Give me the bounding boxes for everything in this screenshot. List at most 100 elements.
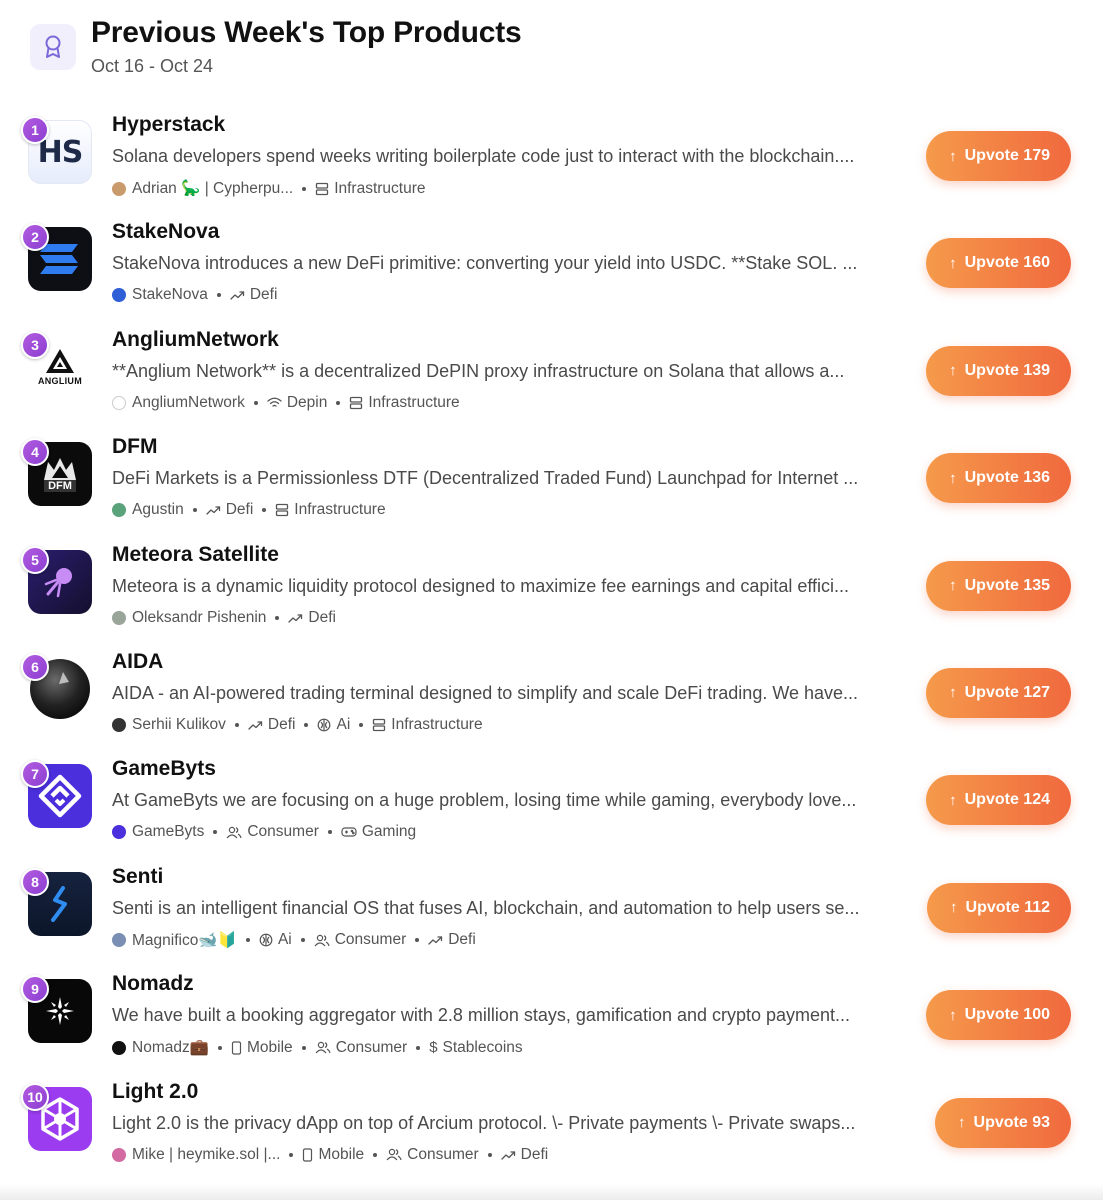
product-item[interactable]: 2 StakeNova StakeNova introduces a new D… xyxy=(0,209,1103,316)
product-item[interactable]: 9 Nomadz We have built a booking aggrega… xyxy=(0,961,1103,1068)
separator-dot xyxy=(487,1152,492,1157)
tag-consumer[interactable]: Consumer xyxy=(226,823,319,841)
rank-badge: 9 xyxy=(21,975,49,1004)
upvote-button[interactable]: ↑ Upvote 139 xyxy=(926,345,1071,396)
tag-label: Consumer xyxy=(407,1145,479,1163)
product-meta: StakeNova Defi xyxy=(112,286,277,304)
tag-label: Infrastructure xyxy=(368,393,460,411)
maker-name[interactable]: Adrian 🦕 | Cypherpu... xyxy=(132,179,293,198)
tag-label: Infrastructure xyxy=(334,179,426,197)
maker-name[interactable]: Mike | heymike.sol |... xyxy=(132,1146,280,1164)
senti-logo-icon xyxy=(51,885,67,922)
separator-dot xyxy=(301,1045,306,1050)
maker-name[interactable]: Oleksandr Pishenin xyxy=(132,609,266,627)
product-name[interactable]: AIDA xyxy=(112,650,163,674)
tag-label: Ai xyxy=(277,931,292,949)
product-item[interactable]: 10 Light 2.0 Light 2.0 is the privacy dA… xyxy=(0,1069,1103,1176)
product-description: Light 2.0 is the privacy dApp on top of … xyxy=(112,1112,856,1133)
trend-icon xyxy=(500,1149,516,1161)
tag-gaming[interactable]: Gaming xyxy=(341,823,416,841)
product-meta: Adrian 🦕 | Cypherpu... Infrastructure xyxy=(112,179,426,198)
product-name[interactable]: Meteora Satellite xyxy=(112,543,279,567)
tag-defi[interactable]: Defi xyxy=(288,609,336,627)
upvote-button[interactable]: ↑ Upvote 124 xyxy=(926,775,1071,826)
product-name[interactable]: Senti xyxy=(112,865,163,889)
maker-name[interactable]: Nomadz💼 xyxy=(132,1038,209,1057)
upvote-button[interactable]: ↑ Upvote 112 xyxy=(927,882,1071,933)
rank-badge: 4 xyxy=(21,438,49,467)
tag-label: Ai xyxy=(336,715,351,733)
upvote-button[interactable]: ↑ Upvote 135 xyxy=(926,560,1071,611)
maker-avatar xyxy=(112,395,126,410)
tag-depin[interactable]: Depin xyxy=(267,394,327,412)
tag-defi[interactable]: Defi xyxy=(206,501,253,519)
maker-avatar xyxy=(112,1147,126,1162)
tag-consumer[interactable]: Consumer xyxy=(386,1146,479,1164)
upvote-button[interactable]: ↑ Upvote 93 xyxy=(935,1097,1071,1148)
tag-defi[interactable]: Defi xyxy=(230,286,277,304)
upvote-label: Upvote 135 xyxy=(964,576,1050,594)
product-description: Solana developers spend weeks writing bo… xyxy=(112,146,855,166)
maker-name[interactable]: Agustin xyxy=(132,501,184,519)
arrow-up-icon: ↑ xyxy=(958,1114,966,1132)
maker-name[interactable]: AngliumNetwork xyxy=(132,394,245,412)
product-name[interactable]: Nomadz xyxy=(112,972,194,996)
upvote-label: Upvote 100 xyxy=(964,1006,1050,1024)
product-meta: Oleksandr Pishenin Defi xyxy=(112,609,336,627)
product-name[interactable]: Hyperstack xyxy=(112,113,225,137)
product-item[interactable]: 1 HS Hyperstack Solana developers spend … xyxy=(0,102,1103,209)
tag-consumer[interactable]: Consumer xyxy=(315,1039,407,1057)
tag-ai[interactable]: Ai xyxy=(317,716,350,734)
upvote-label: Upvote 179 xyxy=(964,147,1050,164)
tag-defi[interactable]: Defi xyxy=(500,1146,548,1164)
server-icon xyxy=(349,396,363,410)
product-name[interactable]: AngliumNetwork xyxy=(112,328,279,352)
maker-name[interactable]: StakeNova xyxy=(132,286,208,304)
rank-badge: 8 xyxy=(21,867,49,896)
trend-icon xyxy=(248,719,263,731)
upvote-button[interactable]: ↑ Upvote 127 xyxy=(926,667,1071,718)
upvote-button[interactable]: ↑ Upvote 179 xyxy=(926,131,1071,181)
date-range: Oct 16 - Oct 24 xyxy=(91,56,214,76)
separator-dot xyxy=(327,830,332,835)
upvote-button[interactable]: ↑ Upvote 136 xyxy=(926,453,1071,504)
tag-infrastructure[interactable]: Infrastructure xyxy=(275,501,386,519)
product-description: We have built a booking aggregator with … xyxy=(112,1005,851,1026)
tag-mobile[interactable]: Mobile xyxy=(231,1039,293,1057)
tag-label: Consumer xyxy=(247,823,319,841)
tag-consumer[interactable]: Consumer xyxy=(314,931,406,949)
upvote-button[interactable]: ↑ Upvote 100 xyxy=(926,990,1071,1041)
product-name[interactable]: StakeNova xyxy=(112,220,219,244)
tag-infrastructure[interactable]: Infrastructure xyxy=(372,716,483,734)
maker-name[interactable]: GameByts xyxy=(132,823,204,841)
arrow-up-icon: ↑ xyxy=(949,469,957,487)
product-name[interactable]: Light 2.0 xyxy=(112,1080,198,1104)
product-name[interactable]: DFM xyxy=(112,435,158,459)
trend-icon xyxy=(288,612,303,624)
tag-stablecoins[interactable]: $ Stablecoins xyxy=(429,1039,522,1057)
maker-name[interactable]: Serhii Kulikov xyxy=(132,716,226,734)
product-name[interactable]: GameByts xyxy=(112,757,216,781)
brain-icon xyxy=(259,933,273,947)
product-item[interactable]: 8 Senti Senti is an intelligent financia… xyxy=(0,854,1103,961)
tag-mobile[interactable]: Mobile xyxy=(302,1146,364,1164)
product-item[interactable]: 3 ANGLIUM AngliumNetwork **Anglium Netwo… xyxy=(0,317,1103,424)
tag-infrastructure[interactable]: Infrastructure xyxy=(349,393,460,412)
product-meta: Nomadz💼 Mobile Consumer $ Stablecoins xyxy=(112,1038,523,1057)
product-description: StakeNova introduces a new DeFi primitiv… xyxy=(112,253,858,274)
nomadz-logo-icon xyxy=(46,997,74,1026)
upvote-button[interactable]: ↑ Upvote 160 xyxy=(926,238,1071,289)
product-item[interactable]: 6 AIDA AIDA - an AI-powered trading term… xyxy=(0,639,1103,746)
tag-defi[interactable]: Defi xyxy=(248,716,295,734)
product-item[interactable]: 7 GameByts At GameByts we are focusing o… xyxy=(0,746,1103,853)
trend-icon xyxy=(230,289,245,301)
maker-name[interactable]: Magnifico🐋🔰 xyxy=(132,931,237,950)
tag-ai[interactable]: Ai xyxy=(259,931,292,949)
product-item[interactable]: 5 Meteora Satellite Meteora is a dynamic… xyxy=(0,532,1103,639)
tag-defi[interactable]: Defi xyxy=(428,931,476,949)
product-item[interactable]: 4 DFM DFM DeFi Markets is a Permissionle… xyxy=(0,424,1103,531)
upvote-label: Upvote 112 xyxy=(965,898,1050,916)
rank-badge: 10 xyxy=(21,1082,49,1111)
tag-infrastructure[interactable]: Infrastructure xyxy=(315,179,426,198)
arrow-up-icon: ↑ xyxy=(950,899,958,917)
